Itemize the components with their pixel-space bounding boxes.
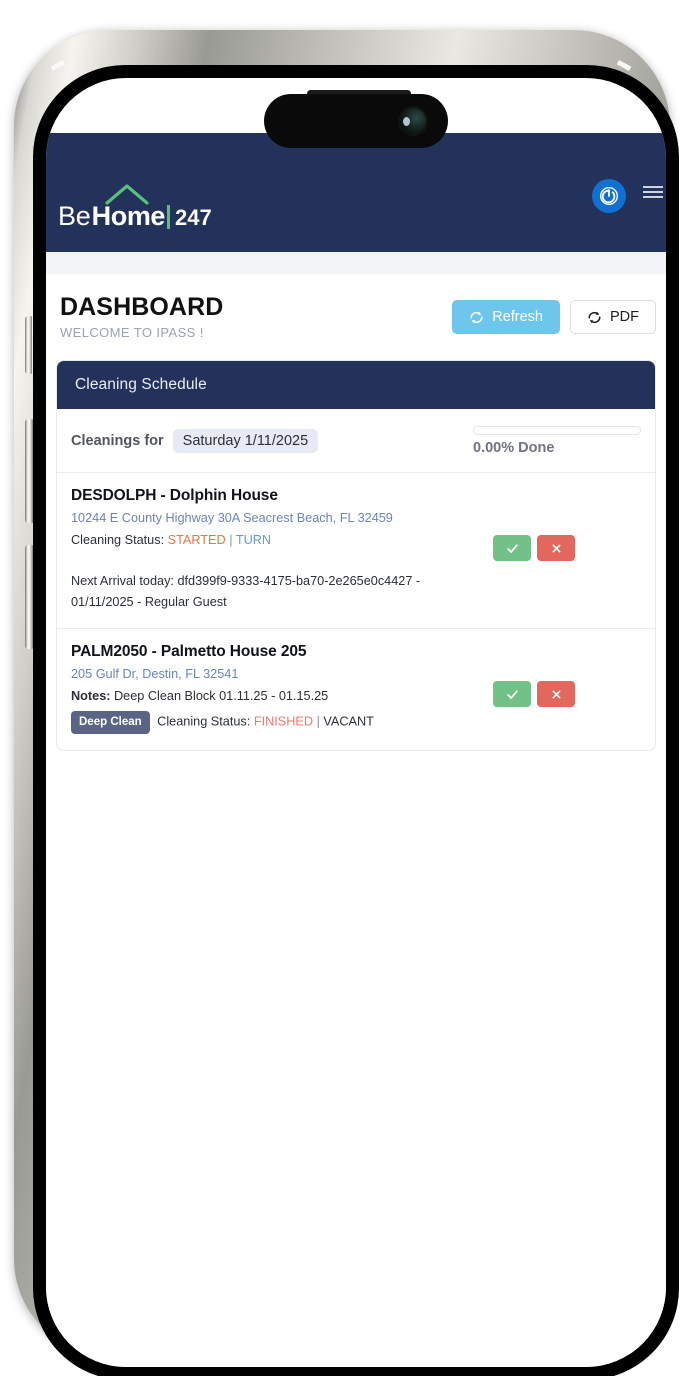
volume-down-button[interactable] [25, 545, 33, 649]
app-navbar: Be Home 247 [46, 133, 666, 252]
refresh-button[interactable]: Refresh [452, 300, 560, 334]
action-button[interactable] [25, 316, 32, 374]
check-icon [506, 543, 518, 553]
listing-address[interactable]: 10244 E County Highway 30A Seacrest Beac… [71, 511, 641, 525]
logo-divider-bar [167, 205, 171, 229]
hamburger-menu-icon[interactable] [643, 186, 663, 201]
list-item: DESDOLPH - Dolphin House 10244 E County … [57, 473, 655, 630]
page-header: DASHBOARD WELCOME TO IPASS ! Refresh PDF [46, 274, 666, 360]
screenshot-root: Be Home 247 DASHBOARD WELCOME TO IPASS !… [0, 0, 684, 1376]
reject-button[interactable] [537, 681, 575, 708]
deep-clean-tag: Deep Clean [71, 711, 150, 735]
pdf-button-label: PDF [610, 309, 639, 325]
front-camera-icon [398, 106, 428, 136]
frame-antenna-seam [616, 60, 632, 71]
close-icon [552, 690, 560, 699]
progress-label: 0.00% Done [473, 440, 555, 456]
occupancy-badge: TURN [235, 533, 272, 547]
power-glyph [600, 187, 618, 205]
logo-text-be: Be [58, 201, 91, 231]
status-badge: FINISHED [253, 715, 314, 730]
house-roof-icon [105, 184, 149, 205]
listing-actions [493, 681, 575, 708]
status-badge: STARTED [167, 533, 226, 547]
status-separator: | [316, 715, 320, 730]
reject-button[interactable] [537, 535, 575, 561]
phone-screen: Be Home 247 DASHBOARD WELCOME TO IPASS !… [46, 78, 666, 1367]
listing-title: DESDOLPH - Dolphin House [71, 487, 278, 504]
refresh-icon [588, 311, 601, 323]
logo-text-247: 247 [175, 205, 212, 230]
progress-group: 0.00% Done [473, 426, 641, 456]
approve-button[interactable] [493, 681, 531, 708]
close-icon [552, 544, 560, 552]
status-label: Cleaning Status: [157, 715, 251, 730]
notes-value: Deep Clean Block 01.11.25 - 01.15.25 [114, 689, 329, 704]
volume-up-button[interactable] [25, 419, 33, 523]
navbar-underline-strip [46, 252, 666, 274]
phone-frame: Be Home 247 DASHBOARD WELCOME TO IPASS !… [14, 30, 679, 1376]
progress-bar [473, 426, 641, 435]
check-icon [506, 689, 518, 699]
card-title: Cleaning Schedule [57, 361, 655, 409]
refresh-icon [470, 311, 483, 323]
refresh-button-label: Refresh [492, 309, 543, 325]
power-icon[interactable] [592, 179, 626, 213]
app-content: DASHBOARD WELCOME TO IPASS ! Refresh PDF… [46, 274, 666, 1367]
date-picker[interactable]: Saturday 1/11/2025 [172, 429, 319, 453]
next-arrival-text: Next Arrival today: dfd399f9-9333-4175-b… [71, 574, 421, 609]
status-label: Cleaning Status: [71, 533, 165, 547]
pdf-button[interactable]: PDF [570, 300, 656, 334]
status-separator: | [229, 533, 233, 547]
frame-antenna-seam [50, 60, 66, 71]
logo-text-home: Home [92, 184, 165, 230]
header-actions: Refresh PDF [452, 300, 656, 334]
schedule-date-group: Cleanings for Saturday 1/11/2025 [71, 429, 319, 453]
cleanings-for-label: Cleanings for [71, 433, 164, 449]
listing-title: PALM2050 - Palmetto House 205 [71, 643, 307, 661]
list-item: PALM2050 - Palmetto House 205 205 Gulf D… [57, 629, 655, 750]
approve-button[interactable] [493, 535, 531, 561]
listing-actions [493, 535, 575, 561]
listing-address[interactable]: 205 Gulf Dr, Destin, FL 32541 [71, 667, 641, 681]
listing-status-line: Deep Clean Cleaning Status: FINISHED | V… [71, 711, 641, 735]
notes-label: Notes: [71, 689, 111, 704]
behome247-logo[interactable]: Be Home 247 [58, 184, 212, 231]
cleaning-schedule-card: Cleaning Schedule Cleanings for Saturday… [56, 360, 656, 752]
occupancy-badge: VACANT [323, 715, 374, 730]
schedule-toolbar: Cleanings for Saturday 1/11/2025 0.00% D… [57, 409, 655, 473]
dynamic-island [264, 94, 448, 148]
